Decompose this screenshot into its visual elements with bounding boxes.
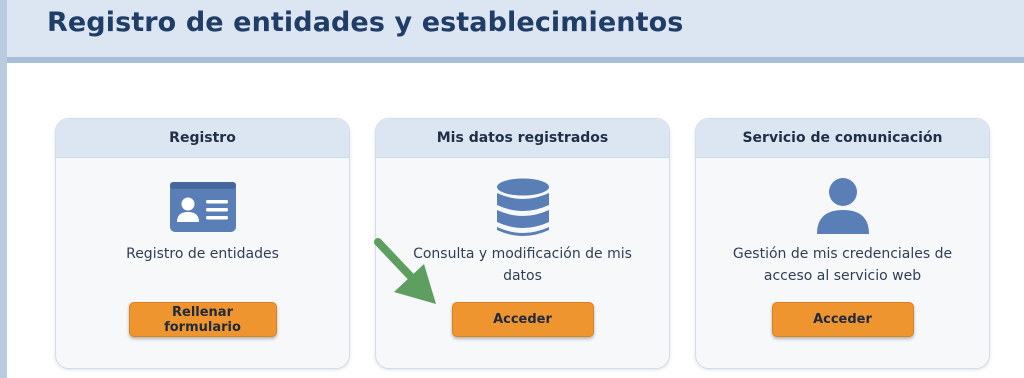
card-header: Mis datos registrados — [376, 119, 669, 158]
card-description: Gestión de mis credenciales de acceso al… — [732, 246, 953, 284]
card-header: Registro — [56, 119, 349, 158]
database-icon — [496, 178, 550, 242]
user-icon — [816, 178, 870, 240]
id-card-icon — [169, 182, 236, 236]
fill-form-button[interactable]: Rellenar formulario — [128, 302, 277, 337]
acceder-button[interactable]: Acceder — [451, 302, 594, 337]
card-header: Servicio de comunicación — [696, 119, 989, 158]
card-servicio-comunicacion: Servicio de comunicación Gestión de mis … — [695, 118, 990, 369]
card-registro: Registro Registro de entidades Rellenar … — [55, 118, 350, 369]
green-arrow-icon — [370, 236, 440, 312]
page: Registro de entidades y establecimientos… — [0, 0, 1024, 378]
acceder-button[interactable]: Acceder — [771, 302, 914, 337]
left-border — [0, 0, 7, 378]
card-description: Registro de entidades — [126, 246, 279, 262]
header-divider — [7, 57, 1024, 63]
page-title: Registro de entidades y establecimientos — [47, 7, 684, 38]
